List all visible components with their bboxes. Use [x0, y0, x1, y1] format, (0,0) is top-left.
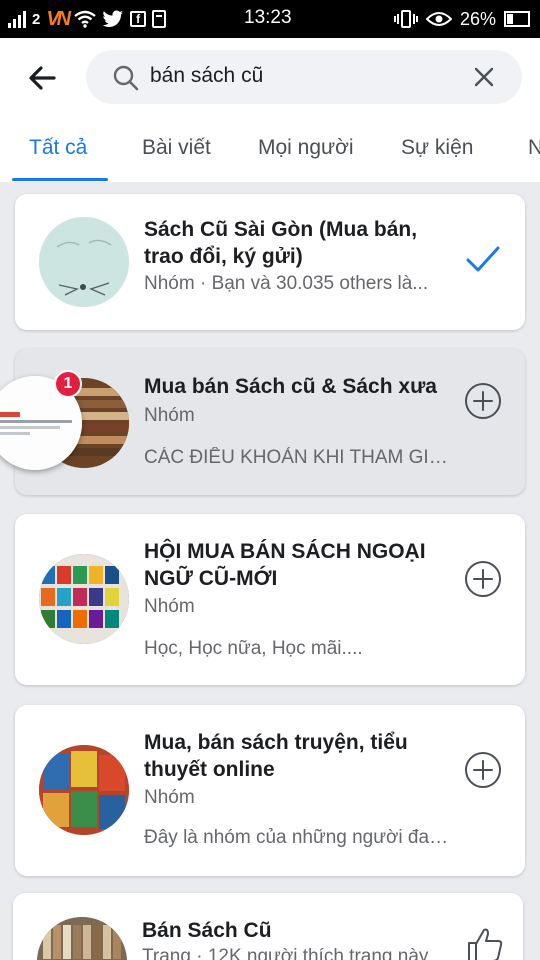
status-bar: 2 VN f 13:23 26% — [0, 0, 540, 38]
result-title[interactable]: HỘI MUA BÁN SÁCH NGOẠI NGỮ CŨ-MỚI — [144, 538, 444, 592]
result-title[interactable]: Mua, bán sách truyện, tiểu thuyết online — [144, 729, 444, 783]
signal-icon — [8, 10, 26, 28]
result-title[interactable]: Mua bán Sách cũ & Sách xưa — [144, 373, 444, 400]
search-icon — [113, 65, 139, 91]
network-type: 2 — [32, 10, 41, 28]
avatar-image — [39, 554, 129, 644]
avatar-image — [39, 217, 129, 307]
page-avatar[interactable] — [37, 917, 127, 960]
tab-more[interactable]: N — [528, 136, 540, 160]
facebook-icon: f — [130, 11, 147, 27]
result-subtitle: Nhóm — [144, 405, 195, 426]
search-header: bán sách cũ Tất cả Bài viết Mọi người Sự… — [0, 38, 540, 182]
group-avatar[interactable] — [39, 554, 129, 644]
search-query[interactable]: bán sách cũ — [150, 64, 263, 88]
result-description: Đây là nhóm của những người đam mê... — [144, 827, 454, 848]
like-icon[interactable] — [465, 925, 505, 960]
notification-icon — [152, 10, 167, 28]
active-tab-indicator — [12, 178, 108, 181]
result-title[interactable]: Sách Cũ Sài Gòn (Mua bán, trao đổi, ký g… — [144, 216, 444, 270]
tab-all[interactable]: Tất cả — [29, 136, 87, 160]
status-left: 2 VN f — [8, 6, 167, 32]
tab-events[interactable]: Sự kiện — [401, 136, 473, 160]
result-card[interactable]: Sách Cũ Sài Gòn (Mua bán, trao đổi, ký g… — [15, 194, 525, 330]
tab-people[interactable]: Mọi người — [258, 136, 354, 160]
result-title[interactable]: Bán Sách Cũ — [142, 917, 442, 944]
tab-posts[interactable]: Bài viết — [142, 136, 211, 160]
result-subtitle: Nhóm · Bạn và 30.035 others là... — [144, 273, 429, 294]
search-input[interactable]: bán sách cũ — [86, 50, 522, 104]
avatar-image — [37, 917, 127, 960]
clock: 13:23 — [244, 7, 292, 28]
back-button[interactable] — [20, 60, 64, 96]
battery-percent: 26% — [459, 8, 496, 29]
back-arrow-icon — [29, 66, 56, 90]
add-circle-icon[interactable] — [463, 750, 503, 790]
add-circle-icon[interactable] — [463, 381, 503, 421]
result-card[interactable]: Bán Sách Cũ Trang · 12K người thích tran… — [13, 893, 523, 960]
checkmark-icon — [466, 246, 500, 272]
result-subtitle: Nhóm — [144, 787, 195, 808]
clear-search-button[interactable] — [472, 65, 496, 89]
twitter-icon — [102, 10, 124, 27]
status-right: 26% — [393, 6, 530, 32]
result-card[interactable]: HỘI MUA BÁN SÁCH NGOẠI NGỮ CŨ-MỚI Nhóm H… — [15, 514, 525, 685]
vibrate-icon — [393, 10, 418, 28]
carrier-logo: VN — [46, 7, 71, 30]
add-circle-icon[interactable] — [463, 559, 503, 599]
battery-icon — [504, 11, 530, 27]
group-avatar[interactable] — [39, 745, 129, 835]
eye-icon — [425, 12, 452, 26]
wifi-icon — [74, 10, 96, 28]
result-card[interactable]: Mua bán Sách cũ & Sách xưa Nhóm CÁC ĐIỀU… — [15, 349, 525, 495]
group-avatar[interactable] — [39, 217, 129, 307]
avatar-image — [39, 745, 129, 835]
result-description: CÁC ĐIỀU KHOẢN KHI THAM GIA... — [144, 447, 454, 468]
result-subtitle: Trang · 12K người thích trang này — [142, 946, 429, 960]
result-description: Học, Học nữa, Học mãi.... — [144, 638, 363, 659]
filter-tabs: Tất cả Bài viết Mọi người Sự kiện N — [0, 128, 540, 182]
result-card[interactable]: Mua, bán sách truyện, tiểu thuyết online… — [15, 705, 525, 876]
chat-badge-count: 1 — [54, 370, 82, 398]
result-subtitle: Nhóm — [144, 596, 195, 617]
